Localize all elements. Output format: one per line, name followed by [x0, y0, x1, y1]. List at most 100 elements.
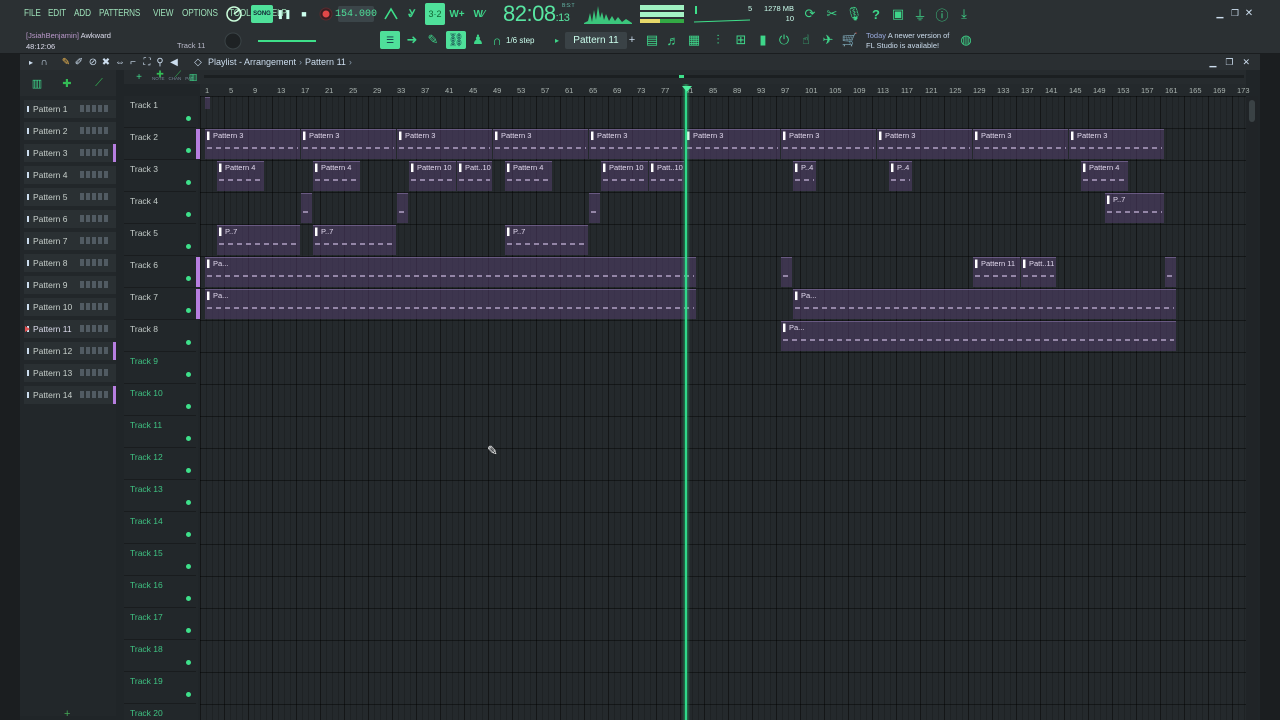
- pattern-clip[interactable]: Pa...: [793, 289, 1176, 319]
- track-mute-led-icon[interactable]: [186, 180, 191, 185]
- play-pattern-icon[interactable]: ▸: [26, 57, 36, 67]
- mixer-icon[interactable]: ⫶: [710, 32, 726, 48]
- pattern-clip[interactable]: P..7: [1105, 193, 1164, 223]
- pattern-clip[interactable]: P..4: [793, 161, 816, 191]
- tempo-display[interactable]: 154.000: [335, 6, 377, 22]
- pattern-clip[interactable]: Pattern 3: [397, 129, 492, 159]
- track-header[interactable]: Track 13: [124, 480, 196, 512]
- track-header[interactable]: Track 14: [124, 512, 196, 544]
- track-mute-led-icon[interactable]: [186, 564, 191, 569]
- menu-options[interactable]: OPTIONS: [182, 8, 218, 19]
- menu-edit[interactable]: EDIT: [48, 8, 66, 19]
- download-icon[interactable]: ⤓: [955, 5, 973, 23]
- breadcrumb-pattern[interactable]: Pattern 11: [305, 57, 346, 67]
- metronome-icon[interactable]: [382, 5, 400, 23]
- pattern-item[interactable]: Pattern 8: [24, 254, 116, 272]
- pattern-item[interactable]: Pattern 7: [24, 232, 116, 250]
- pattern-clip[interactable]: Pattern 10: [409, 161, 456, 191]
- playlist-close-icon[interactable]: ✕: [1242, 57, 1250, 68]
- pattern-clip[interactable]: P..7: [313, 225, 396, 255]
- track-header[interactable]: Track 15: [124, 544, 196, 576]
- channel-settings-icon[interactable]: ⊞: [733, 32, 749, 48]
- track-mute-led-icon[interactable]: [186, 692, 191, 697]
- piano-keys-icon[interactable]: ▥: [30, 76, 44, 90]
- track-header[interactable]: Track 2: [124, 128, 196, 160]
- pattern-clip[interactable]: [589, 193, 600, 223]
- track-header[interactable]: Track 8: [124, 320, 196, 352]
- track-header[interactable]: Track 20: [124, 704, 196, 720]
- pause-icon[interactable]: ❚❚: [276, 6, 291, 22]
- tempo-tapper-icon[interactable]: ✈: [820, 32, 836, 48]
- pattern-clip[interactable]: Pattern 3: [301, 129, 396, 159]
- menu-view[interactable]: VIEW: [153, 8, 173, 19]
- zoom-tool-icon[interactable]: ⚲: [154, 57, 166, 68]
- pattern-clip[interactable]: Pattern 3: [685, 129, 780, 159]
- grid-view-icon[interactable]: ▥: [188, 72, 198, 82]
- arrow-right-icon[interactable]: ➜: [404, 32, 420, 48]
- snap-selector[interactable]: 1/6 step: [506, 36, 534, 45]
- playhead-marker-icon[interactable]: [682, 86, 692, 92]
- pattern-item[interactable]: Pattern 14: [24, 386, 116, 404]
- track-mute-led-icon[interactable]: [186, 244, 191, 249]
- pattern-item[interactable]: Pattern 5: [24, 188, 116, 206]
- pattern-selector[interactable]: Pattern 11: [565, 32, 627, 49]
- restore-icon[interactable]: ❐: [1229, 7, 1241, 19]
- track-mute-led-icon[interactable]: [186, 436, 191, 441]
- menu-patterns[interactable]: PATTERNS: [99, 8, 140, 19]
- mute-tool-icon[interactable]: ✖: [100, 57, 112, 68]
- pattern-item[interactable]: Pattern 3: [24, 144, 116, 162]
- close-icon[interactable]: ✕: [1243, 7, 1255, 19]
- pattern-item[interactable]: Pattern 1: [24, 100, 116, 118]
- pattern-clip[interactable]: Pa...: [205, 257, 696, 287]
- track-header[interactable]: Track 1: [124, 96, 196, 128]
- track-mute-led-icon[interactable]: [186, 212, 191, 217]
- minimize-icon[interactable]: ▁: [1214, 7, 1226, 19]
- track-header[interactable]: Track 17: [124, 608, 196, 640]
- track-header[interactable]: Track 10: [124, 384, 196, 416]
- zoom-small-icon[interactable]: ✚: [154, 69, 166, 79]
- track-mute-led-icon[interactable]: [186, 276, 191, 281]
- playlist-minimize-icon[interactable]: ▁: [1209, 57, 1216, 68]
- playlist-view-icon[interactable]: ☰: [380, 31, 400, 49]
- track-header[interactable]: Track 5: [124, 224, 196, 256]
- browser-icon[interactable]: ▮: [755, 32, 771, 48]
- track-header[interactable]: Track 11: [124, 416, 196, 448]
- scroll-position-marker[interactable]: [679, 75, 684, 78]
- pattern-clip[interactable]: Pattern 3: [877, 129, 972, 159]
- song-mode-button[interactable]: SONG: [251, 5, 273, 23]
- microphone-icon[interactable]: 🎙: [845, 5, 863, 23]
- arrangement-icon[interactable]: ◇: [192, 57, 204, 68]
- add-pattern-icon[interactable]: +: [628, 33, 636, 47]
- pattern-clip[interactable]: [1165, 257, 1176, 287]
- automation-clip-icon[interactable]: ⟋: [92, 76, 106, 90]
- pattern-clip[interactable]: Pattern 11: [973, 257, 1020, 287]
- blend-notes-icon[interactable]: W⁄: [470, 5, 488, 23]
- pattern-item[interactable]: Pattern 4: [24, 166, 116, 184]
- pattern-clip[interactable]: Pattern 3: [1069, 129, 1164, 159]
- save-icon[interactable]: ▣: [889, 5, 907, 23]
- track-header[interactable]: Track 3: [124, 160, 196, 192]
- track-header[interactable]: Track 4: [124, 192, 196, 224]
- playhead[interactable]: [685, 86, 687, 720]
- track-mute-led-icon[interactable]: [186, 404, 191, 409]
- track-mute-led-icon[interactable]: [186, 596, 191, 601]
- track-mute-led-icon[interactable]: [186, 468, 191, 473]
- zoom-large-icon[interactable]: ⟋: [172, 69, 184, 79]
- track-header[interactable]: Track 9: [124, 352, 196, 384]
- cut-tools-icon[interactable]: ✂: [823, 5, 841, 23]
- countdown-icon[interactable]: 3·2: [425, 3, 445, 25]
- magnet-icon[interactable]: ∩: [491, 32, 503, 48]
- pattern-clip[interactable]: Pattern 4: [217, 161, 264, 191]
- slice-tool-icon[interactable]: ⌐: [127, 57, 139, 68]
- song-position-display[interactable]: 82:08:13: [503, 1, 570, 27]
- pattern-clip[interactable]: Pattern 3: [493, 129, 588, 159]
- stamp-icon[interactable]: ♟: [470, 32, 486, 48]
- track-header[interactable]: Track 6: [124, 256, 196, 288]
- pattern-clip[interactable]: Pattern 4: [505, 161, 552, 191]
- paint-tool-icon[interactable]: ✐: [73, 57, 85, 68]
- draw-tool-icon[interactable]: ✎: [60, 57, 72, 68]
- track-header[interactable]: Track 18: [124, 640, 196, 672]
- pattern-clip[interactable]: [781, 257, 792, 287]
- undo-history-icon[interactable]: ⟳: [801, 5, 819, 23]
- track-mute-led-icon[interactable]: [186, 340, 191, 345]
